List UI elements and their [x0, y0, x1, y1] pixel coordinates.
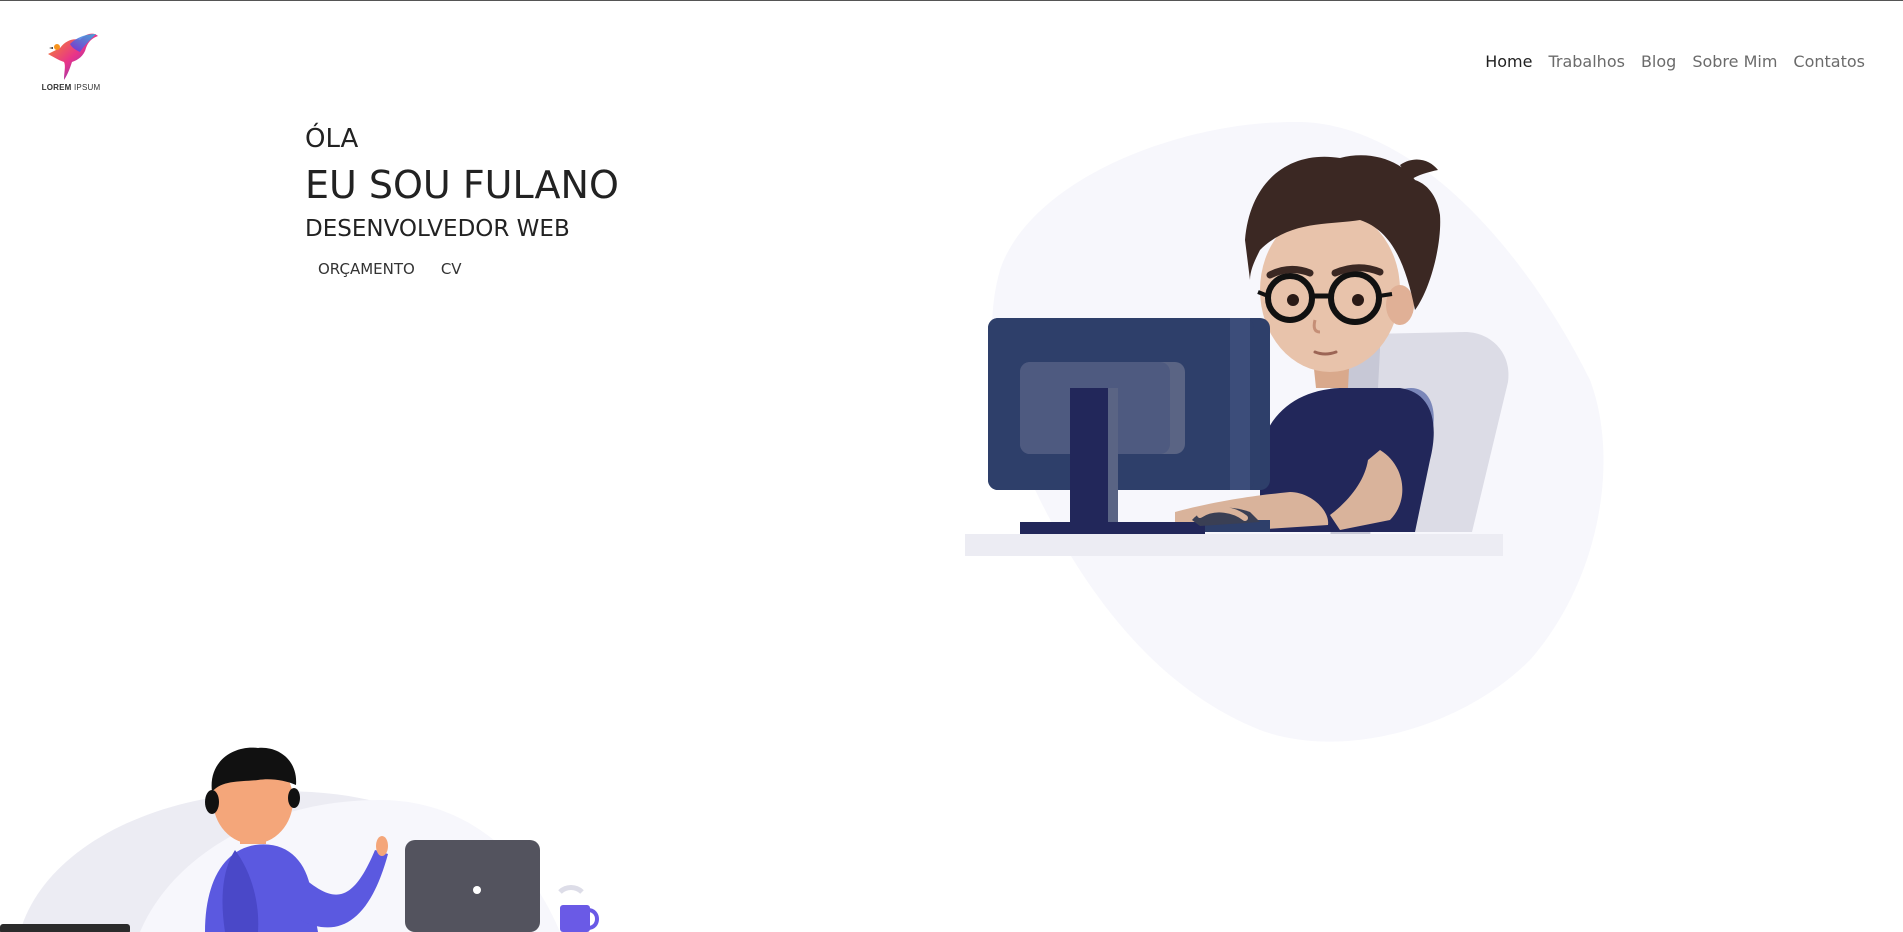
status-tooltip [0, 924, 130, 932]
hero-actions: ORÇAMENTO CV [305, 256, 619, 282]
hero-name: EU SOU FULANO [305, 163, 619, 207]
budget-button[interactable]: ORÇAMENTO [305, 256, 428, 282]
cv-button[interactable]: CV [428, 256, 475, 282]
bird-icon [48, 33, 98, 80]
hero-section: ÓLA EU SOU FULANO DESENVOLVEDOR WEB ORÇA… [305, 120, 619, 282]
hero-greeting: ÓLA [305, 124, 359, 154]
nav-blog[interactable]: Blog [1633, 52, 1684, 71]
main-nav: Home Trabalhos Blog Sobre Mim Contatos [1477, 52, 1873, 71]
logo[interactable]: LOREM IPSUM [40, 30, 102, 96]
window-top-border [0, 0, 1903, 1]
nav-home[interactable]: Home [1477, 52, 1540, 71]
nav-trabalhos[interactable]: Trabalhos [1540, 52, 1632, 71]
nav-contatos[interactable]: Contatos [1785, 52, 1873, 71]
logo-text: LOREM IPSUM [41, 83, 101, 92]
bottom-illustration [20, 747, 599, 932]
nav-sobre-mim[interactable]: Sobre Mim [1684, 52, 1785, 71]
developer-illustration [965, 121, 1604, 742]
hero-role: DESENVOLVEDOR WEB [305, 216, 570, 242]
